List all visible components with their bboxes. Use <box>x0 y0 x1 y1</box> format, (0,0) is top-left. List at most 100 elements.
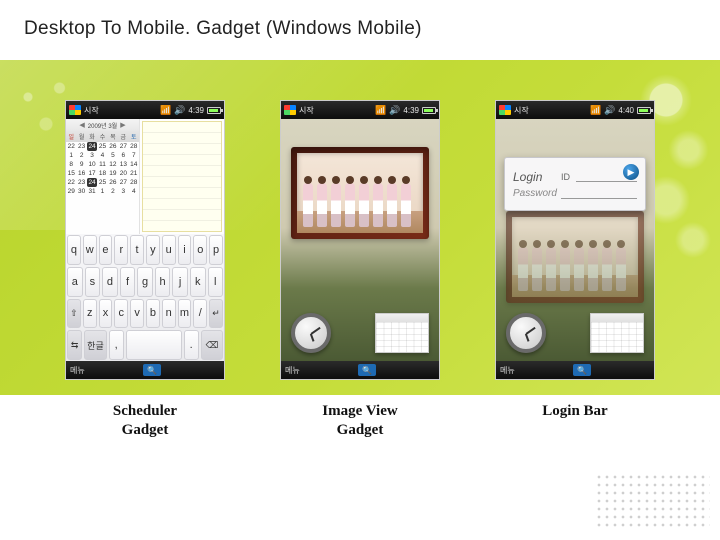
softkey-center-icon[interactable]: 🔍 <box>573 364 591 376</box>
keyboard-key[interactable]: / <box>193 299 207 329</box>
keyboard-key[interactable]: l <box>208 267 224 297</box>
caption-image-view: Image ViewGadget <box>280 402 440 440</box>
calendar-day[interactable]: 7 <box>129 151 139 160</box>
calendar-day[interactable]: 23 <box>76 178 86 187</box>
calendar-next-icon[interactable]: ▶ <box>120 121 125 129</box>
keyboard-key[interactable]: k <box>190 267 206 297</box>
login-bar-widget[interactable]: Login ID Password ▶ <box>504 157 646 211</box>
softkey-center-icon[interactable]: 🔍 <box>143 364 161 376</box>
keyboard-key[interactable]: . <box>184 330 199 360</box>
calendar-day[interactable]: 23 <box>76 142 86 151</box>
calendar-day[interactable]: 29 <box>66 187 76 196</box>
keyboard-key[interactable]: e <box>99 235 113 265</box>
calendar-day[interactable]: 15 <box>66 169 76 178</box>
softkey-left[interactable]: 메뉴 <box>70 365 85 376</box>
softkey-left[interactable]: 메뉴 <box>500 365 515 376</box>
keyboard-key[interactable]: a <box>67 267 83 297</box>
login-password-input[interactable] <box>561 188 637 199</box>
calendar-day[interactable]: 12 <box>108 160 118 169</box>
calendar-day[interactable]: 2 <box>76 151 86 160</box>
calendar-day[interactable]: 2 <box>108 187 118 196</box>
photo-frame[interactable] <box>291 147 429 239</box>
dow-sat: 토 <box>129 131 139 142</box>
keyboard-key[interactable]: d <box>102 267 118 297</box>
softkey-center-icon[interactable]: 🔍 <box>358 364 376 376</box>
calendar-day[interactable]: 6 <box>118 151 128 160</box>
keyboard-key[interactable]: ↵ <box>209 299 223 329</box>
calendar-day[interactable]: 28 <box>129 142 139 151</box>
keyboard-key[interactable]: p <box>209 235 223 265</box>
calendar-day[interactable]: 19 <box>108 169 118 178</box>
keyboard-key[interactable]: z <box>83 299 97 329</box>
battery-icon <box>637 107 651 114</box>
calendar-day[interactable]: 18 <box>97 169 107 178</box>
keyboard-key[interactable]: m <box>178 299 192 329</box>
calendar-day[interactable]: 25 <box>97 178 107 187</box>
calendar-day[interactable]: 4 <box>97 151 107 160</box>
keyboard-key[interactable]: v <box>130 299 144 329</box>
calendar-day[interactable]: 11 <box>97 160 107 169</box>
calendar-day[interactable]: 8 <box>66 160 76 169</box>
calendar-day[interactable]: 3 <box>87 151 97 160</box>
keyboard-key[interactable]: u <box>162 235 176 265</box>
caption-row: SchedulerGadget Image ViewGadget Login B… <box>0 402 720 440</box>
calendar-day[interactable]: 9 <box>76 160 86 169</box>
softkey-left[interactable]: 메뉴 <box>285 365 300 376</box>
keyboard-key[interactable]: 한글 <box>84 330 106 360</box>
calendar-day[interactable]: 31 <box>87 187 97 196</box>
calendar-day[interactable]: 26 <box>108 142 118 151</box>
calendar-day[interactable]: 14 <box>129 160 139 169</box>
calendar-day[interactable]: 4 <box>129 187 139 196</box>
keyboard-key[interactable]: ⇧ <box>67 299 81 329</box>
keyboard-key[interactable]: g <box>137 267 153 297</box>
soft-key-bar: 메뉴 🔍 <box>281 361 439 379</box>
keyboard-key[interactable]: f <box>120 267 136 297</box>
memo-pad[interactable] <box>142 121 222 232</box>
keyboard-key[interactable]: c <box>114 299 128 329</box>
keyboard-key[interactable]: r <box>114 235 128 265</box>
keyboard-key[interactable]: n <box>162 299 176 329</box>
calendar-day[interactable]: 17 <box>87 169 97 178</box>
keyboard-key[interactable]: i <box>178 235 192 265</box>
mini-calendar-widget[interactable] <box>590 313 644 353</box>
calendar-day[interactable]: 5 <box>108 151 118 160</box>
calendar-day[interactable]: 26 <box>108 178 118 187</box>
keyboard-key[interactable]: o <box>193 235 207 265</box>
calendar-day[interactable]: 30 <box>76 187 86 196</box>
keyboard-key[interactable]: j <box>172 267 188 297</box>
calendar-day[interactable]: 28 <box>129 178 139 187</box>
calendar-day[interactable]: 1 <box>66 151 76 160</box>
calendar-day[interactable]: 27 <box>118 178 128 187</box>
calendar-day[interactable]: 20 <box>118 169 128 178</box>
keyboard-key[interactable]: b <box>146 299 160 329</box>
calendar-day[interactable]: 27 <box>118 142 128 151</box>
keyboard-key[interactable]: ⇆ <box>67 330 82 360</box>
keyboard-key[interactable]: h <box>155 267 171 297</box>
mini-calendar-widget[interactable] <box>375 313 429 353</box>
calendar-day[interactable]: 25 <box>97 142 107 151</box>
keyboard-key[interactable] <box>126 330 182 360</box>
keyboard-key[interactable]: , <box>109 330 124 360</box>
calendar-day[interactable]: 3 <box>118 187 128 196</box>
keyboard-key[interactable]: w <box>83 235 97 265</box>
keyboard-key[interactable]: t <box>130 235 144 265</box>
keyboard-key[interactable]: x <box>99 299 113 329</box>
calendar-day[interactable]: 24 <box>87 142 97 151</box>
calendar-prev-icon[interactable]: ◀ <box>79 121 84 129</box>
calendar-day[interactable]: 24 <box>87 178 97 187</box>
calendar-day[interactable]: 16 <box>76 169 86 178</box>
calendar-day[interactable]: 22 <box>66 178 76 187</box>
soft-key-bar: 메뉴 🔍 <box>496 361 654 379</box>
calendar-day[interactable]: 1 <box>97 187 107 196</box>
calendar-day[interactable]: 10 <box>87 160 97 169</box>
keyboard-key[interactable]: ⌫ <box>201 330 223 360</box>
analog-clock-widget[interactable] <box>291 313 331 353</box>
analog-clock-widget[interactable] <box>506 313 546 353</box>
calendar-day[interactable]: 13 <box>118 160 128 169</box>
calendar-day[interactable]: 21 <box>129 169 139 178</box>
login-submit-icon[interactable]: ▶ <box>623 164 639 180</box>
keyboard-key[interactable]: y <box>146 235 160 265</box>
keyboard-key[interactable]: s <box>85 267 101 297</box>
keyboard-key[interactable]: q <box>67 235 81 265</box>
calendar-day[interactable]: 22 <box>66 142 76 151</box>
